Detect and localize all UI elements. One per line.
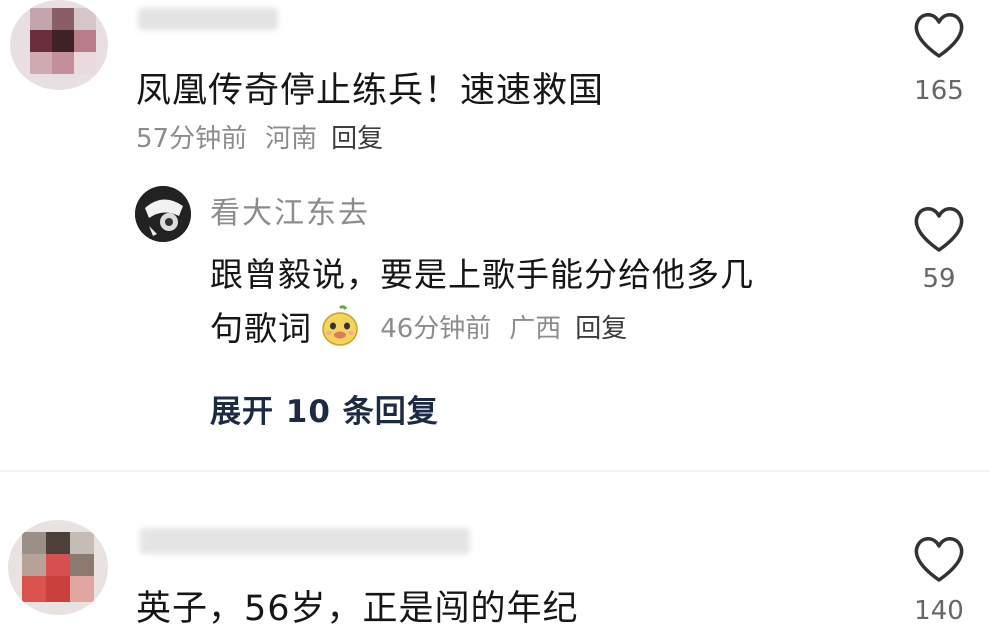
avatar[interactable] <box>10 0 108 90</box>
duck-face-emoji-icon <box>319 305 361 347</box>
username-redacted[interactable] <box>138 8 278 30</box>
reply-avatar[interactable] <box>135 186 191 242</box>
reply-avatar-graphic <box>135 186 191 242</box>
reply-meta: 46分钟前 广西 回复 <box>380 314 627 344</box>
reply-like-count: 59 <box>922 264 956 294</box>
reply-reply-button[interactable]: 回复 <box>575 314 627 344</box>
reply-like-button[interactable]: 59 <box>904 200 974 300</box>
comment-location: 河南 <box>265 124 318 154</box>
heart-outline-icon <box>914 537 964 582</box>
comment-text: 凤凰传奇停止练兵！速速救国 <box>136 71 605 111</box>
heart-outline-icon <box>914 13 964 58</box>
reply-text-line2: 句歌词 <box>210 309 312 348</box>
comment-meta: 57分钟前 河南 回复 <box>136 118 383 155</box>
like-count: 165 <box>914 76 964 106</box>
reply-text-line2-row: 句歌词 46分钟前 广西 回复 <box>210 302 627 348</box>
reply-time: 46分钟前 <box>380 313 492 344</box>
like-button[interactable]: 140 <box>904 530 974 626</box>
reply-text-line1: 跟曾毅说，要是上歌手能分给他多几 <box>210 255 754 294</box>
reply-username[interactable]: 看大江东去 <box>210 188 370 232</box>
expand-replies-button[interactable]: 展开 10 条回复 <box>210 386 439 431</box>
like-button[interactable]: 165 <box>904 6 974 116</box>
reply-location: 广西 <box>509 313 562 344</box>
comment-time: 57分钟前 <box>136 124 248 154</box>
comment-divider <box>0 470 990 472</box>
like-count: 140 <box>914 596 964 626</box>
reply-button[interactable]: 回复 <box>331 124 383 154</box>
comment-text: 英子，56岁，正是闯的年纪 <box>136 589 579 629</box>
avatar[interactable] <box>8 520 108 615</box>
username-redacted[interactable] <box>140 528 470 554</box>
heart-outline-icon <box>914 207 964 252</box>
